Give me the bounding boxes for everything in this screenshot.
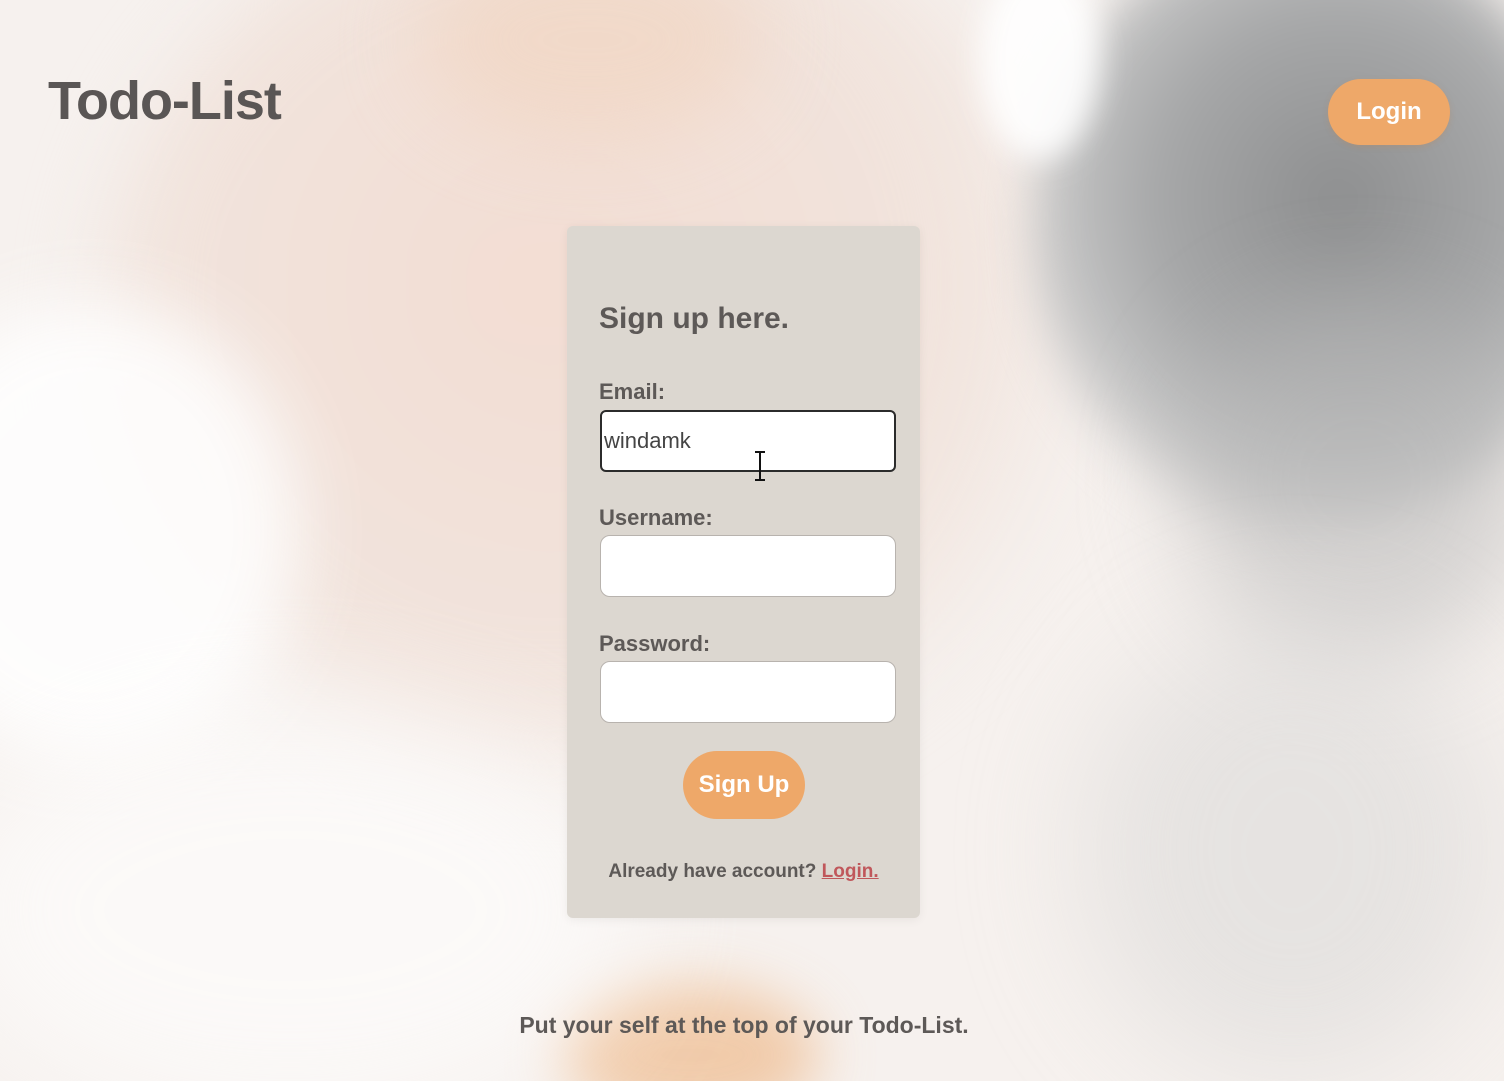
signup-button[interactable]: Sign Up bbox=[683, 751, 805, 819]
text-cursor-icon bbox=[755, 451, 765, 481]
signup-card: Sign up here. Email: Username: Password:… bbox=[567, 226, 920, 918]
password-field[interactable] bbox=[600, 661, 896, 723]
username-field[interactable] bbox=[600, 535, 896, 597]
header-login-button[interactable]: Login bbox=[1328, 79, 1450, 145]
login-link[interactable]: Login. bbox=[822, 861, 879, 882]
brand-title: Todo-List bbox=[48, 71, 282, 131]
login-prompt: Already have account? Login. bbox=[567, 861, 920, 883]
background-blob bbox=[1080, 620, 1504, 1080]
password-label: Password: bbox=[599, 631, 711, 656]
email-label: Email: bbox=[599, 379, 666, 404]
footer-tagline: Put your self at the top of your Todo-Li… bbox=[519, 1012, 969, 1038]
email-field[interactable] bbox=[600, 410, 896, 472]
signup-title: Sign up here. bbox=[599, 302, 790, 335]
have-account-text: Already have account? bbox=[608, 861, 817, 882]
username-label: Username: bbox=[599, 505, 713, 530]
